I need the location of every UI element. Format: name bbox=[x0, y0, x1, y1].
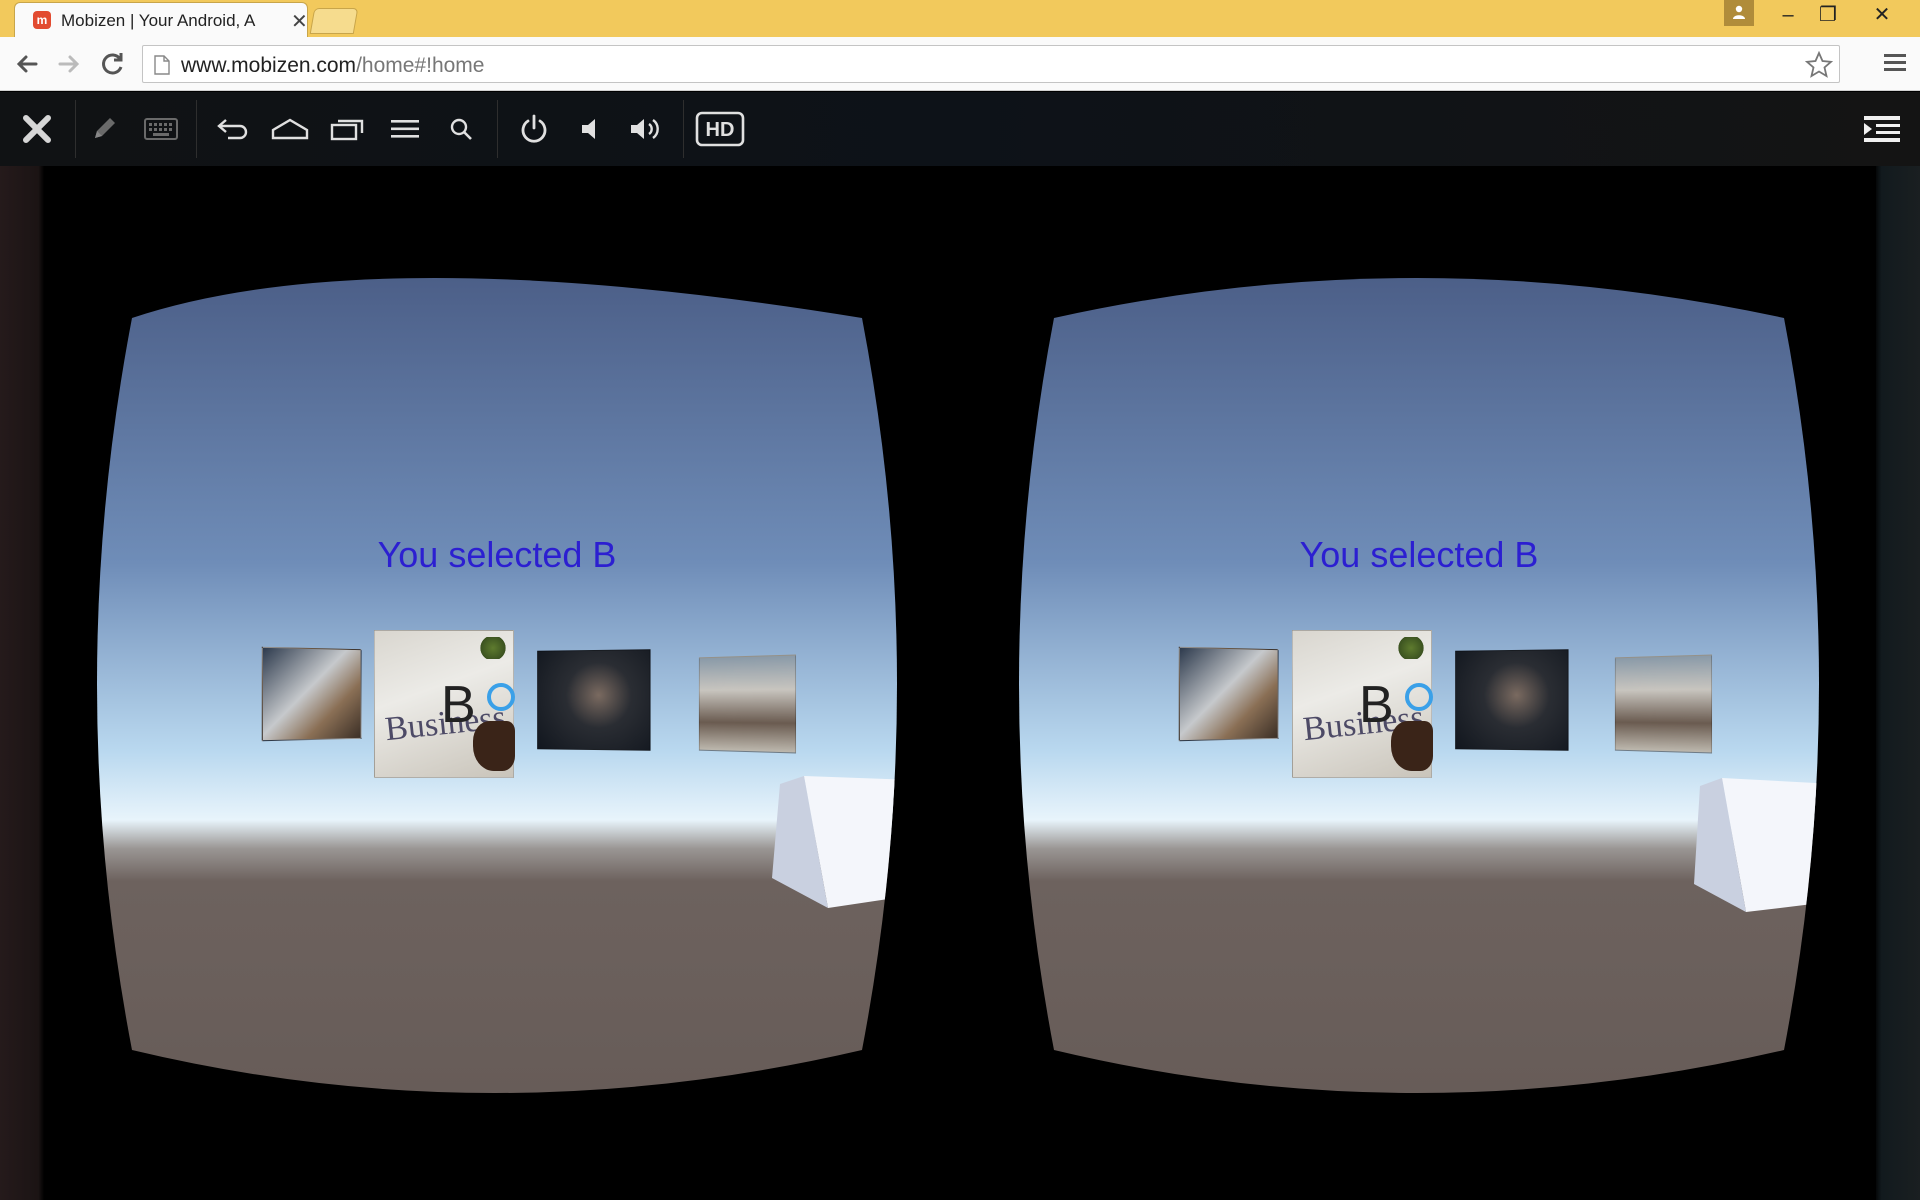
toolbar-divider bbox=[75, 100, 76, 158]
thumbnail-d[interactable] bbox=[1614, 654, 1713, 754]
page-icon bbox=[154, 55, 170, 75]
device-stage: You selected B Business B You selected B… bbox=[0, 166, 1920, 1200]
hd-icon: HD bbox=[695, 111, 745, 147]
thumbnail-letter: B bbox=[1359, 676, 1394, 734]
side-panel-button[interactable] bbox=[1862, 110, 1902, 148]
volume-down-button[interactable] bbox=[574, 110, 608, 148]
keyboard-button[interactable] bbox=[142, 110, 180, 148]
android-recent-apps-button[interactable] bbox=[328, 110, 368, 148]
power-icon bbox=[521, 114, 547, 143]
android-back-button[interactable] bbox=[214, 110, 252, 148]
toolbar-divider bbox=[497, 100, 498, 158]
browser-toolbar: www.mobizen.com/home#!home bbox=[0, 37, 1920, 91]
browser-tab-mobizen[interactable]: m Mobizen | Your Android, A ✕ bbox=[14, 2, 308, 37]
vr-left-eye-view: You selected B Business B bbox=[72, 256, 922, 1111]
bookmark-star-icon[interactable] bbox=[1805, 51, 1833, 79]
gaze-cursor-icon bbox=[1405, 683, 1433, 711]
android-menu-button[interactable] bbox=[386, 110, 424, 148]
volume-up-icon bbox=[631, 119, 659, 139]
plant-graphic bbox=[479, 637, 507, 659]
tab-title: Mobizen | Your Android, A bbox=[61, 11, 256, 30]
thumbnail-b-selected[interactable]: Business B bbox=[374, 630, 515, 778]
gaze-cursor-icon bbox=[487, 683, 515, 711]
thumbnail-d[interactable] bbox=[698, 654, 797, 754]
forward-button[interactable] bbox=[52, 47, 86, 81]
selection-message: You selected B bbox=[377, 534, 617, 575]
profile-button[interactable] bbox=[1724, 0, 1754, 26]
hd-quality-button[interactable]: HD bbox=[694, 110, 746, 148]
window-maximize-button[interactable]: ❐ bbox=[1806, 0, 1850, 30]
window-minimize-button[interactable]: – bbox=[1766, 0, 1810, 30]
thumbnail-c[interactable] bbox=[1455, 649, 1569, 751]
tab-close-icon[interactable]: ✕ bbox=[291, 9, 308, 34]
reload-icon bbox=[102, 53, 123, 75]
close-button[interactable] bbox=[16, 110, 58, 148]
draw-button[interactable] bbox=[86, 110, 122, 148]
toolbar-divider bbox=[683, 100, 684, 158]
android-home-button[interactable] bbox=[270, 110, 310, 148]
home-icon bbox=[271, 118, 309, 140]
keyboard-icon bbox=[144, 118, 178, 140]
hd-label: HD bbox=[706, 119, 735, 141]
back-button[interactable] bbox=[10, 47, 44, 81]
person-icon bbox=[1733, 5, 1745, 19]
side-panel-icon bbox=[1864, 116, 1900, 142]
window-close-button[interactable]: ✕ bbox=[1860, 0, 1904, 30]
recent-apps-icon bbox=[330, 119, 364, 141]
new-tab-button[interactable] bbox=[309, 8, 359, 34]
hand-graphic bbox=[1391, 721, 1433, 771]
power-button[interactable] bbox=[514, 110, 554, 148]
url-text: www.mobizen.com/home#!home bbox=[181, 54, 484, 78]
search-icon bbox=[450, 118, 472, 140]
thumbnail-b-selected[interactable]: Business B bbox=[1292, 630, 1433, 778]
arrow-right-icon bbox=[58, 55, 80, 73]
reload-button[interactable] bbox=[96, 47, 130, 81]
menu-icon bbox=[391, 120, 419, 138]
toolbar-divider bbox=[196, 100, 197, 158]
chrome-menu-button[interactable] bbox=[1882, 49, 1908, 82]
thumbnail-c[interactable] bbox=[537, 649, 651, 751]
back-icon bbox=[217, 119, 248, 140]
url-host: www.mobizen.com bbox=[181, 54, 357, 77]
device-screen[interactable]: You selected B Business B You selected B… bbox=[46, 166, 1876, 1200]
mobizen-toolbar: HD bbox=[0, 92, 1920, 166]
url-path: /home#!home bbox=[356, 54, 485, 77]
mobizen-favicon-icon: m bbox=[33, 11, 51, 29]
selection-message: You selected B bbox=[1299, 534, 1539, 575]
thumbnail-a[interactable] bbox=[1178, 646, 1279, 742]
thumbnail-letter: B bbox=[441, 676, 476, 734]
browser-title-bar: m Mobizen | Your Android, A ✕ – ❐ ✕ bbox=[0, 0, 1920, 37]
vr-right-eye-view: You selected B Business B bbox=[994, 256, 1844, 1111]
plant-graphic bbox=[1397, 637, 1425, 659]
thumbnail-a[interactable] bbox=[261, 646, 362, 742]
hamburger-icon bbox=[1884, 54, 1906, 71]
close-icon bbox=[23, 115, 51, 143]
address-bar[interactable]: www.mobizen.com/home#!home bbox=[142, 45, 1840, 83]
volume-down-icon bbox=[582, 119, 595, 139]
arrow-left-icon bbox=[16, 55, 38, 73]
hand-graphic bbox=[473, 721, 515, 771]
android-search-button[interactable] bbox=[444, 110, 478, 148]
volume-up-button[interactable] bbox=[626, 110, 668, 148]
pen-icon bbox=[95, 118, 115, 138]
